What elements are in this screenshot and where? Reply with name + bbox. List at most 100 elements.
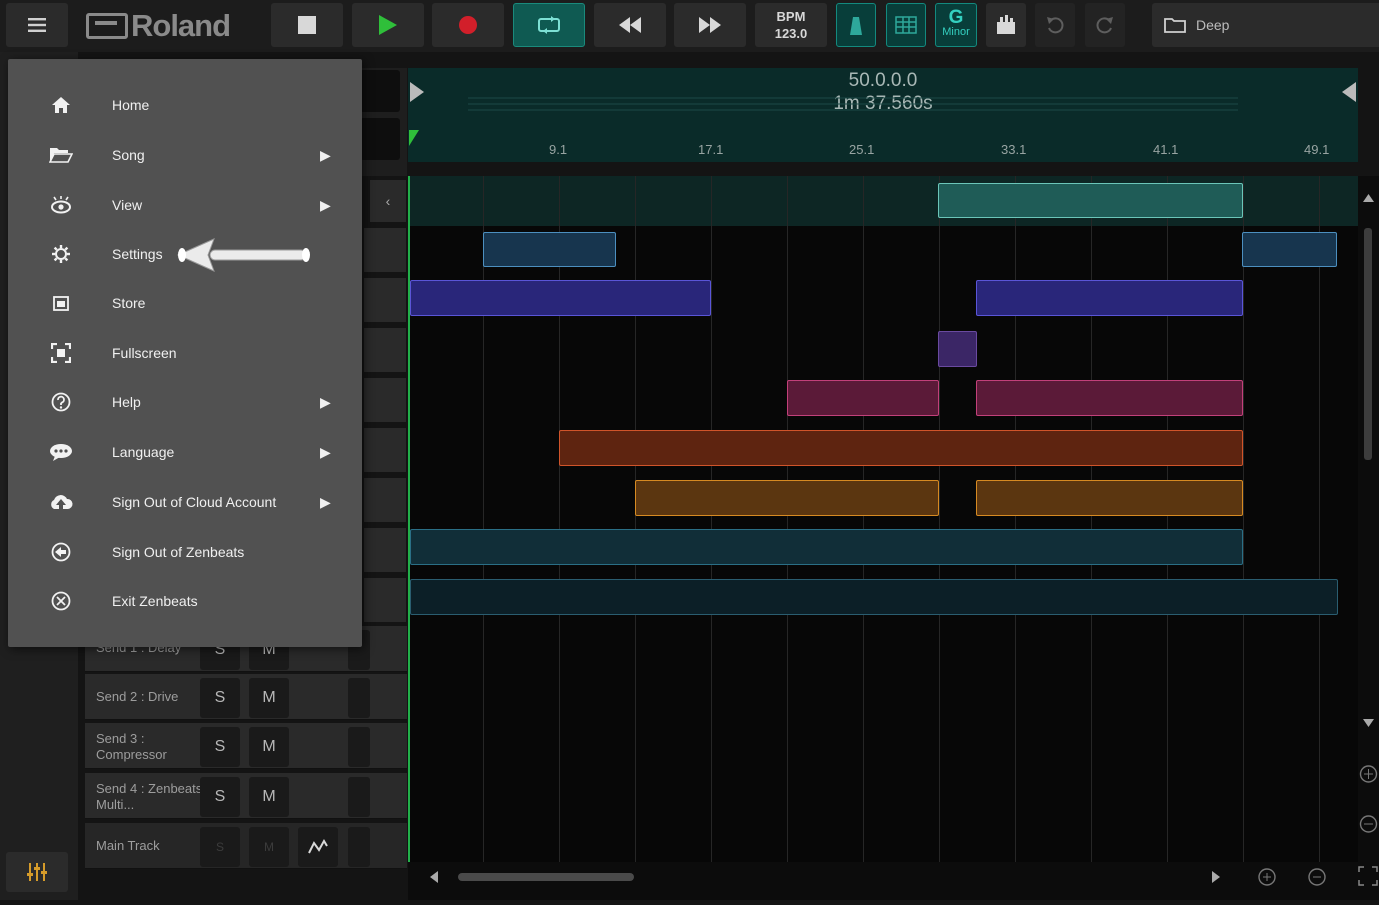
track-name: Send 4 : Zenbeats Multi...: [96, 781, 203, 812]
stop-button[interactable]: [271, 3, 343, 47]
horizontal-scrollbar[interactable]: [408, 862, 1358, 900]
submenu-arrow-icon: ▶: [320, 146, 331, 163]
key-scale-button[interactable]: G Minor: [935, 3, 977, 47]
bar-marker: 41.1: [1153, 142, 1179, 157]
header-slot: [360, 118, 400, 160]
metronome-button[interactable]: [836, 3, 876, 47]
solo-button[interactable]: S: [200, 727, 240, 767]
submenu-arrow-icon: ▶: [320, 196, 331, 213]
menu-item-label: Settings: [112, 246, 163, 262]
track-row-send-2[interactable]: Send 2 : Drive S M: [85, 674, 407, 720]
top-toolbar: Roland BPM 123.0 G Minor Deep: [0, 0, 1379, 52]
bpm-display[interactable]: BPM 123.0: [755, 3, 827, 47]
clip[interactable]: [410, 529, 1243, 565]
fast-forward-button[interactable]: [674, 3, 746, 47]
menu-item-settings[interactable]: Settings: [8, 232, 362, 276]
bpm-value: 123.0: [774, 26, 808, 41]
arrangement-area[interactable]: [408, 176, 1358, 870]
track-slot: [364, 478, 406, 522]
metronome-icon: [850, 17, 862, 35]
stop-icon: [298, 16, 316, 34]
fast-forward-icon: [699, 17, 721, 33]
menu-item-home[interactable]: Home: [8, 83, 362, 127]
folder-open-icon: [48, 142, 74, 168]
close-circle-icon: [48, 588, 74, 614]
menu-item-label: Store: [112, 295, 146, 311]
menu-item-song[interactable]: Song ▶: [8, 133, 362, 177]
loop-button[interactable]: [513, 3, 585, 47]
fit-to-screen-icon: [1358, 866, 1378, 886]
clip[interactable]: [938, 331, 977, 367]
clip[interactable]: [483, 232, 616, 267]
track-slot: [364, 428, 406, 472]
clip[interactable]: [635, 480, 939, 516]
menu-item-label: Sign Out of Cloud Account: [112, 494, 277, 510]
mute-button[interactable]: M: [249, 678, 289, 718]
piano-roll-icon: [997, 15, 1015, 34]
mute-button[interactable]: M: [249, 777, 289, 817]
menu-item-store[interactable]: Store: [8, 281, 362, 325]
project-name: Deep: [1196, 17, 1230, 33]
menu-item-label: Help: [112, 394, 141, 410]
menu-item-sign-out-zenbeats[interactable]: Sign Out of Zenbeats: [8, 530, 362, 574]
undo-icon: [1047, 17, 1064, 34]
track-row-main[interactable]: Main Track S M: [85, 823, 407, 869]
menu-item-label: Sign Out of Zenbeats: [112, 544, 245, 560]
clip[interactable]: [1242, 232, 1337, 267]
solo-button[interactable]: S: [200, 678, 240, 718]
menu-item-sign-out-cloud[interactable]: Sign Out of Cloud Account ▶: [8, 480, 362, 524]
track-row-send-4[interactable]: Send 4 : Zenbeats Multi... S M: [85, 773, 407, 819]
redo-icon: [1096, 17, 1113, 34]
collapse-tracks-button[interactable]: ‹: [370, 180, 406, 222]
gear-icon: [48, 241, 74, 267]
rewind-button[interactable]: [594, 3, 666, 47]
clip[interactable]: [976, 280, 1243, 316]
track-slot: [364, 278, 406, 322]
key-note: G: [948, 7, 964, 28]
bar-marker: 25.1: [849, 142, 875, 157]
key-mode: Minor: [942, 26, 970, 38]
menu-item-label: View: [112, 197, 143, 213]
clip[interactable]: [787, 380, 939, 416]
zoom-fit-button[interactable]: [1358, 866, 1379, 888]
project-button[interactable]: Deep: [1152, 3, 1379, 47]
track-slot: [348, 777, 370, 817]
mute-button[interactable]: M: [249, 727, 289, 767]
track-slot: [364, 328, 406, 372]
clip[interactable]: [976, 380, 1243, 416]
menu-item-language[interactable]: Language ▶: [8, 430, 362, 474]
record-button[interactable]: [432, 3, 504, 47]
grid-button[interactable]: [886, 3, 926, 47]
track-row-send-3[interactable]: Send 3 : Compressor S M: [85, 723, 407, 769]
help-icon: [48, 389, 74, 415]
menu-item-fullscreen[interactable]: Fullscreen: [8, 331, 362, 375]
track-name: Main Track: [96, 838, 160, 853]
clip[interactable]: [410, 280, 711, 316]
submenu-arrow-icon: ▶: [320, 443, 331, 460]
roland-logo: Roland: [86, 6, 231, 46]
menu-item-view[interactable]: View ▶: [8, 183, 362, 227]
menu-item-help[interactable]: Help ▶: [8, 380, 362, 424]
vertical-scrollbar[interactable]: [1358, 176, 1379, 900]
speech-bubble-icon: [48, 439, 74, 465]
track-slot: [348, 678, 370, 718]
hamburger-menu-button[interactable]: [6, 3, 68, 47]
mixer-button[interactable]: [6, 852, 68, 892]
clip[interactable]: [559, 430, 1243, 466]
menu-item-exit[interactable]: Exit Zenbeats: [8, 579, 362, 623]
solo-button[interactable]: S: [200, 777, 240, 817]
fullscreen-icon: [48, 340, 74, 366]
store-icon: [48, 290, 74, 316]
redo-button[interactable]: [1085, 3, 1125, 47]
chevron-left-icon: ‹: [385, 193, 391, 209]
undo-button[interactable]: [1035, 3, 1075, 47]
mixer-view-button[interactable]: [986, 3, 1026, 47]
clip[interactable]: [938, 183, 1243, 218]
folder-icon: [1164, 18, 1186, 33]
clip[interactable]: [976, 480, 1243, 516]
track-name: Send 3 : Compressor: [96, 731, 167, 762]
vertical-scroll-graphics: [1359, 194, 1378, 833]
play-button[interactable]: [352, 3, 424, 47]
automation-button[interactable]: [298, 827, 338, 867]
clip[interactable]: [410, 579, 1338, 615]
